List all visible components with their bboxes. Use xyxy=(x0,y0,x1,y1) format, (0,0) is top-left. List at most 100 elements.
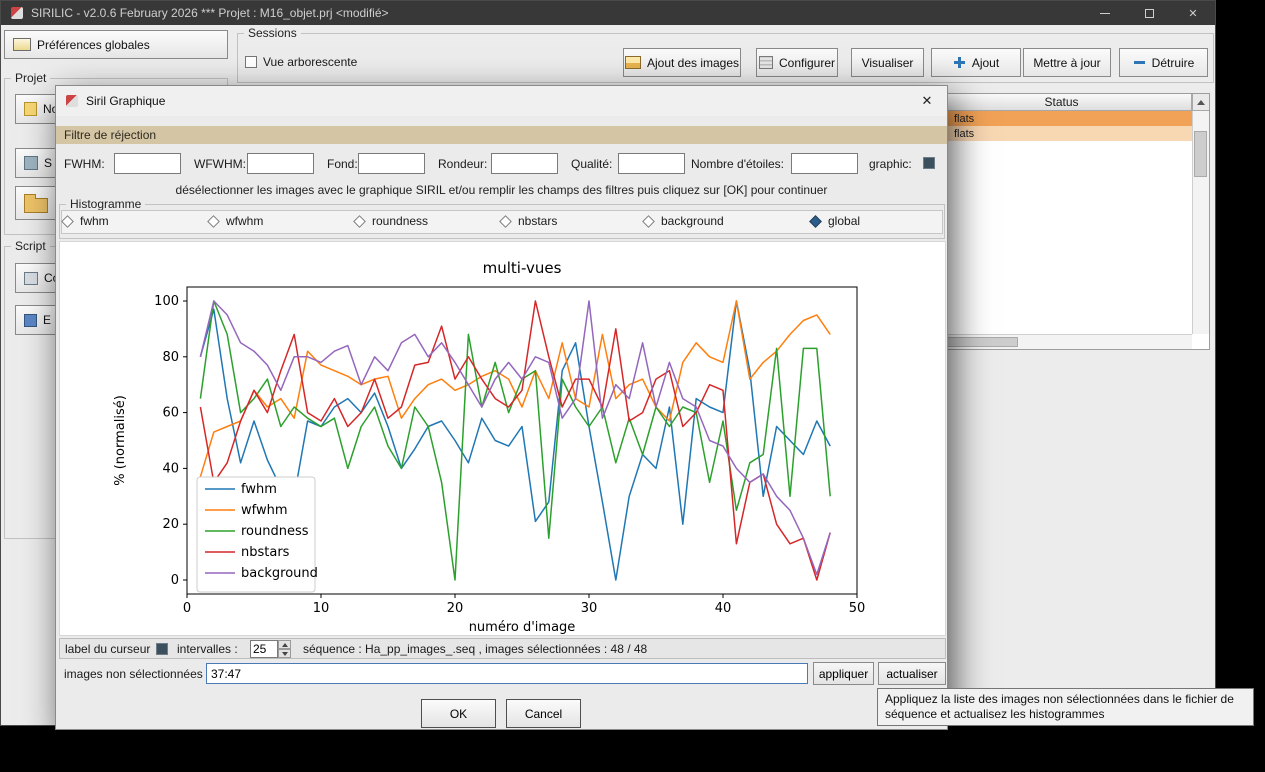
visualize-button[interactable]: Visualiser xyxy=(851,48,924,77)
chart-canvas: 0 10 20 30 40 50 0 20 40 60 80 100 multi-vues numéro … xyxy=(113,259,866,635)
table-row[interactable]: flats xyxy=(932,126,1192,141)
cursor-label: label du curseur xyxy=(65,642,151,656)
radio-label: wfwhm xyxy=(226,214,264,228)
qualite-input[interactable] xyxy=(618,153,685,174)
maximize-icon xyxy=(1144,8,1154,18)
spinner-up-icon[interactable] xyxy=(278,640,291,649)
table-row[interactable]: flats xyxy=(932,111,1192,126)
vertical-scrollbar[interactable] xyxy=(1192,111,1209,334)
svg-text:20: 20 xyxy=(162,517,179,532)
dialog-titlebar: Siril Graphique xyxy=(56,86,947,116)
window-title: SIRILIC - v2.0.6 February 2026 *** Proje… xyxy=(31,6,389,20)
save-label: S xyxy=(44,156,53,170)
spinner-down-icon[interactable] xyxy=(278,649,291,658)
add-session-button[interactable]: Ajout xyxy=(931,48,1021,77)
scrollbar-thumb[interactable] xyxy=(1194,131,1207,177)
radio-label: global xyxy=(828,214,861,228)
radio-icon xyxy=(61,214,74,228)
radio-global[interactable]: global xyxy=(809,214,861,228)
qualite-label: Qualité: xyxy=(571,157,613,171)
radio-nbstars[interactable]: nbstars xyxy=(499,214,558,228)
svg-text:30: 30 xyxy=(581,601,598,616)
add-images-label: Ajout des images xyxy=(646,55,740,70)
nbstars-input[interactable] xyxy=(791,153,858,174)
destroy-button[interactable]: Détruire xyxy=(1119,48,1208,77)
svg-text:100: 100 xyxy=(154,294,179,309)
cursor-checkbox[interactable] xyxy=(156,643,168,655)
global-preferences-button[interactable]: Préférences globales xyxy=(4,30,228,59)
dialog-title: Siril Graphique xyxy=(86,94,166,108)
radio-wfwhm[interactable]: wfwhm xyxy=(207,214,264,228)
wfwhm-input[interactable] xyxy=(247,153,314,174)
svg-text:multi-vues: multi-vues xyxy=(483,259,562,277)
configure-button[interactable]: Configurer xyxy=(756,48,838,77)
svg-text:nbstars: nbstars xyxy=(241,545,290,560)
scroll-up-button[interactable] xyxy=(1192,94,1209,111)
ok-button[interactable]: OK xyxy=(421,699,496,728)
svg-text:% (normalisé): % (normalisé) xyxy=(113,395,128,486)
wfwhm-label: WFWHM: xyxy=(194,157,246,171)
radio-roundness[interactable]: roundness xyxy=(353,214,428,228)
radio-selected-icon xyxy=(809,214,822,228)
tree-view-label: Vue arborescente xyxy=(263,55,358,69)
fwhm-input[interactable] xyxy=(114,153,181,174)
rondeur-input[interactable] xyxy=(491,153,558,174)
svg-text:60: 60 xyxy=(162,406,179,421)
maximize-button[interactable] xyxy=(1127,1,1171,25)
add-images-button[interactable]: Ajout des images xyxy=(623,48,741,77)
radio-background[interactable]: background xyxy=(642,214,724,228)
sequence-info: séquence : Ha_pp_images_.seq , images sé… xyxy=(303,642,648,656)
graphic-label: graphic: xyxy=(869,157,912,171)
fond-label: Fond: xyxy=(327,157,358,171)
svg-text:80: 80 xyxy=(162,350,179,365)
cancel-button[interactable]: Cancel xyxy=(506,699,581,728)
unselected-images-input[interactable] xyxy=(206,663,808,684)
rondeur-label: Rondeur: xyxy=(438,157,488,171)
project-legend: Projet xyxy=(11,71,51,85)
status-column-header[interactable]: Status xyxy=(932,94,1192,111)
row-label: flats xyxy=(954,127,975,140)
intervals-input[interactable] xyxy=(250,640,278,658)
svg-text:roundness: roundness xyxy=(241,524,309,539)
siril-graphique-dialog: Siril Graphique Filtre de réjection FWHM… xyxy=(55,85,948,730)
close-button[interactable] xyxy=(1171,1,1215,25)
preferences-icon xyxy=(13,38,31,51)
multi-vues-chart[interactable]: 0 10 20 30 40 50 0 20 40 60 80 100 multi-vues numéro … xyxy=(59,241,946,636)
radio-icon xyxy=(353,214,366,228)
svg-text:numéro d'image: numéro d'image xyxy=(469,620,576,635)
svg-text:fwhm: fwhm xyxy=(241,482,277,497)
tree-view-checkbox[interactable]: Vue arborescente xyxy=(245,55,357,69)
folder-icon xyxy=(24,193,48,213)
arrow-up-icon xyxy=(1197,99,1205,105)
update-label: Mettre à jour xyxy=(1033,55,1101,70)
intervals-spinner[interactable] xyxy=(250,640,291,658)
intervals-label: intervalles : xyxy=(177,642,238,656)
apply-button[interactable]: appliquer xyxy=(813,662,874,685)
images-icon xyxy=(624,56,641,69)
instruction-text: désélectionner les images avec le graphi… xyxy=(175,183,828,197)
minimize-button[interactable] xyxy=(1083,1,1127,25)
graphic-checkbox[interactable] xyxy=(923,157,935,169)
svg-text:10: 10 xyxy=(313,601,330,616)
add-session-label: Ajout xyxy=(971,55,1000,70)
svg-text:wfwhm: wfwhm xyxy=(241,503,288,518)
svg-text:50: 50 xyxy=(849,601,866,616)
destroy-label: Détruire xyxy=(1151,55,1195,70)
update-button[interactable]: Mettre à jour xyxy=(1023,48,1111,77)
radio-icon xyxy=(642,214,655,228)
dialog-close-button[interactable] xyxy=(907,86,947,116)
radio-fwhm[interactable]: fwhm xyxy=(61,214,109,228)
dialog-icon xyxy=(66,95,78,107)
svg-text:40: 40 xyxy=(715,601,732,616)
fond-input[interactable] xyxy=(358,153,425,174)
row-label: flats xyxy=(954,112,975,125)
new-file-icon xyxy=(24,102,37,116)
main-titlebar: SIRILIC - v2.0.6 February 2026 *** Proje… xyxy=(1,1,1215,25)
minimize-icon xyxy=(1100,12,1110,14)
sessions-table: Status flats flats xyxy=(931,93,1210,350)
script-legend: Script xyxy=(11,239,50,253)
horizontal-scrollbar[interactable] xyxy=(932,334,1192,349)
refresh-button[interactable]: actualiser xyxy=(878,662,946,685)
radio-label: background xyxy=(661,214,724,228)
radio-label: nbstars xyxy=(518,214,558,228)
